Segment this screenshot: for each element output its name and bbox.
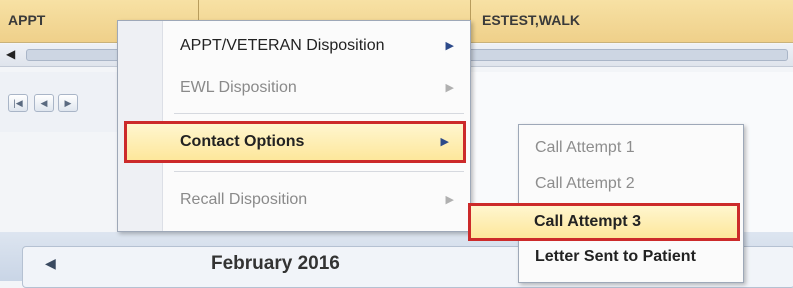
- first-page-button[interactable]: |◀: [8, 94, 28, 112]
- submenu-item-call-attempt-1[interactable]: Call Attempt 1: [519, 131, 743, 165]
- column-header-appt[interactable]: APPT: [8, 0, 45, 42]
- menu-item-label: EWL Disposition: [180, 79, 297, 96]
- submenu-item-call-attempt-2[interactable]: Call Attempt 2: [519, 167, 743, 201]
- menu-item-contact-options[interactable]: Contact Options ▶: [124, 121, 466, 163]
- calendar-prev-icon[interactable]: ◀: [45, 255, 56, 272]
- menu-item-label: APPT/VETERAN Disposition: [180, 37, 385, 54]
- submenu-arrow-icon: ▶: [445, 82, 454, 94]
- menu-item-appt-veteran-disposition[interactable]: APPT/VETERAN Disposition ▶: [180, 29, 468, 63]
- next-page-button[interactable]: ▶: [58, 94, 78, 112]
- submenu-arrow-icon: ▶: [445, 40, 454, 52]
- context-menu: APPT/VETERAN Disposition ▶ EWL Dispositi…: [117, 20, 471, 232]
- prev-page-button[interactable]: ◀: [34, 94, 54, 112]
- calendar-month-title: February 2016: [211, 253, 340, 274]
- submenu-arrow-icon: ▶: [445, 194, 454, 206]
- menu-item-label: Recall Disposition: [180, 191, 308, 208]
- menu-separator: [174, 171, 464, 172]
- submenu-arrow-icon: ▶: [440, 136, 449, 148]
- column-header-patient[interactable]: ESTEST,WALK: [482, 0, 580, 42]
- menu-item-ewl-disposition[interactable]: EWL Disposition ▶: [180, 71, 468, 105]
- menu-separator: [174, 113, 464, 114]
- scroll-left-icon[interactable]: ◀: [6, 46, 22, 62]
- menu-item-recall-disposition[interactable]: Recall Disposition ▶: [180, 183, 468, 217]
- menu-item-label: Contact Options: [180, 133, 305, 150]
- submenu-item-letter-sent-to-patient[interactable]: Letter Sent to Patient: [519, 240, 743, 274]
- submenu-item-call-attempt-3[interactable]: Call Attempt 3: [468, 203, 740, 241]
